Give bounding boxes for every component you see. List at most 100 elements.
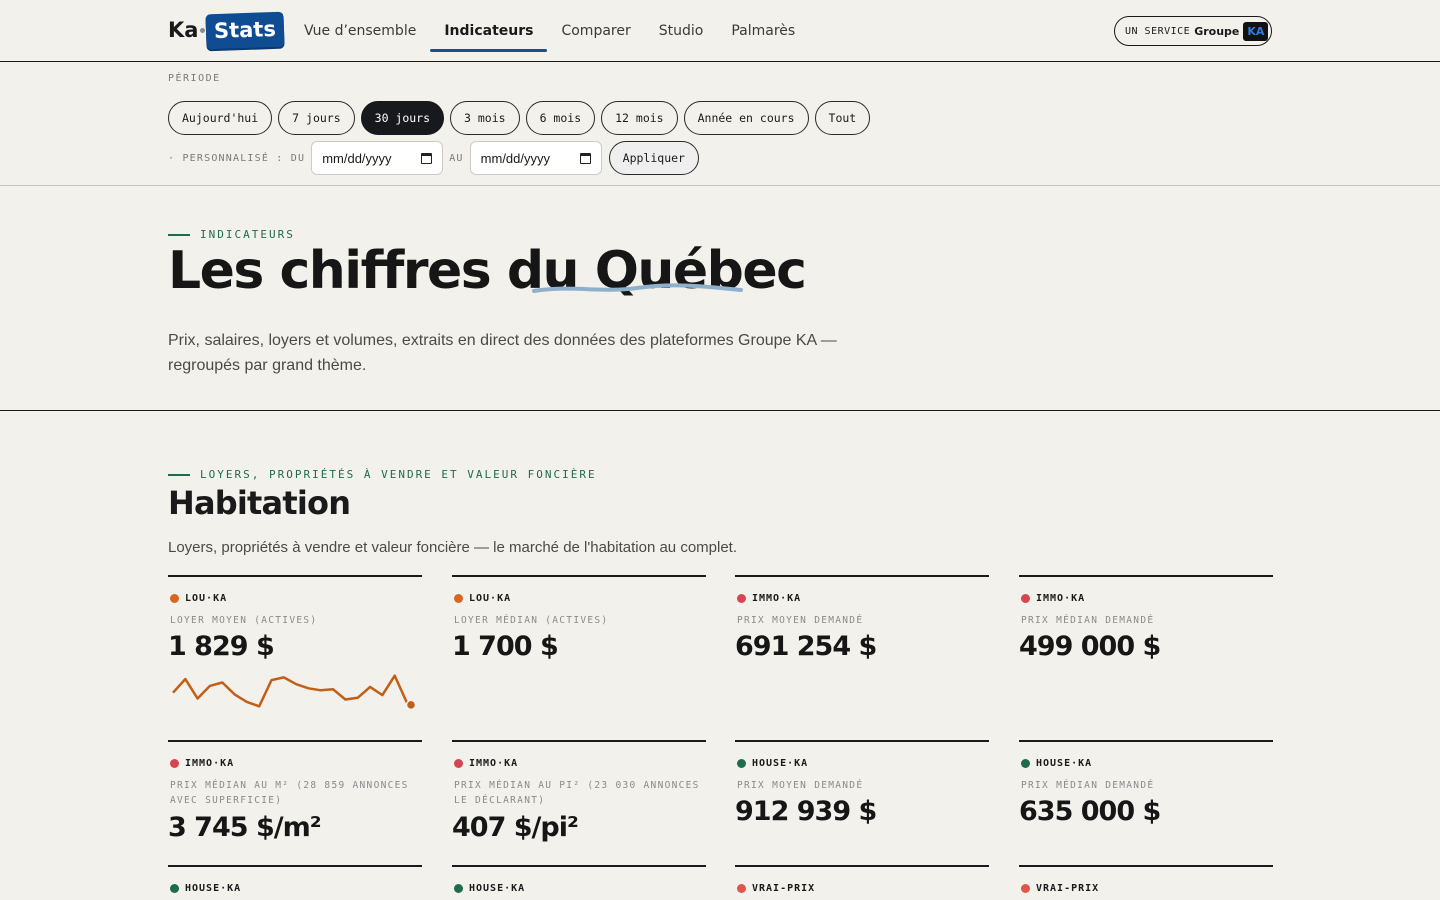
- sparkline-path: [172, 674, 409, 708]
- apply-button[interactable]: Appliquer: [608, 141, 699, 175]
- nav-indicateurs[interactable]: Indicateurs: [430, 0, 548, 62]
- nav-vue-ensemble[interactable]: Vue d’ensemble: [290, 0, 430, 62]
- card-label: PRIX MÉDIAN DEMANDÉ: [1021, 780, 1155, 791]
- chip-12-mois[interactable]: 12 mois: [601, 101, 678, 135]
- hero: INDICATEURS Les chiffres du Québec Prix,…: [0, 186, 1440, 411]
- calendar-icon[interactable]: [421, 152, 433, 164]
- eyebrow-line: [168, 233, 190, 236]
- card-label: PRIX MOYEN DEMANDÉ: [737, 615, 864, 626]
- card-source: HOUSE·KA: [1021, 758, 1092, 769]
- source-dot-icon: [1021, 594, 1030, 603]
- indicator-card[interactable]: VRAI-PRIX: [735, 865, 989, 900]
- card-source-name: IMMO·KA: [752, 593, 802, 604]
- indicator-card[interactable]: IMMO·KA PRIX MÉDIAN AU PI² (23 030 ANNON…: [452, 740, 706, 865]
- card-source-name: HOUSE·KA: [185, 883, 242, 894]
- card-source: VRAI-PRIX: [737, 883, 815, 894]
- card-label: PRIX MOYEN DEMANDÉ: [737, 780, 864, 791]
- chip-30-jours[interactable]: 30 jours: [360, 101, 445, 135]
- service-badge[interactable]: UN SERVICE Groupe KA: [1114, 16, 1272, 46]
- date-to-input[interactable]: mm/dd/yyyy: [469, 141, 602, 175]
- chip-tout[interactable]: Tout: [814, 101, 871, 135]
- logo[interactable]: Ka Stats: [168, 10, 285, 50]
- logo-stats: Stats: [205, 11, 285, 49]
- chip-annee-en-cours[interactable]: Année en cours: [683, 101, 809, 135]
- source-dot-icon: [737, 884, 746, 893]
- logo-ka: Ka: [168, 18, 199, 42]
- card-source-name: LOU·KA: [185, 593, 228, 604]
- card-label: PRIX MÉDIAN DEMANDÉ: [1021, 615, 1155, 626]
- page-title-start: Les chiffres du: [168, 241, 595, 301]
- source-dot-icon: [170, 594, 179, 603]
- card-source: IMMO·KA: [737, 593, 801, 604]
- card-source-name: IMMO·KA: [469, 758, 519, 769]
- indicator-card[interactable]: LOU·KA LOYER MÉDIAN (ACTIVES) 1 700 $: [452, 575, 706, 740]
- nav-palmares[interactable]: Palmarès: [717, 0, 809, 62]
- card-source: LOU·KA: [170, 593, 227, 604]
- nav-studio[interactable]: Studio: [645, 0, 718, 62]
- card-value: 1 700 $: [452, 631, 559, 662]
- indicator-card[interactable]: IMMO·KA PRIX MÉDIAN AU M² (28 859 ANNONC…: [168, 740, 422, 865]
- card-source: VRAI-PRIX: [1021, 883, 1099, 894]
- card-value: 635 000 $: [1019, 796, 1161, 827]
- card-source-name: IMMO·KA: [1036, 593, 1086, 604]
- date-to-placeholder: mm/dd/yyyy: [480, 150, 550, 166]
- custom-range-label: · PERSONNALISÉ : DU: [168, 152, 306, 164]
- eyebrow-line: [168, 473, 190, 476]
- source-dot-icon: [737, 594, 746, 603]
- chip-aujourdhui[interactable]: Aujourd'hui: [168, 101, 273, 135]
- section-eyebrow-text: LOYERS, PROPRIÉTÉS À VENDRE ET VALEUR FO…: [200, 468, 597, 481]
- source-dot-icon: [1021, 759, 1030, 768]
- sparkline-end-point: [405, 699, 416, 711]
- indicator-card[interactable]: IMMO·KA PRIX MÉDIAN DEMANDÉ 499 000 $: [1019, 575, 1273, 740]
- period-filter: PÉRIODE Aujourd'hui 7 jours 30 jours 3 m…: [0, 62, 1440, 186]
- card-value: 691 254 $: [735, 631, 877, 662]
- card-source-name: HOUSE·KA: [469, 883, 526, 894]
- indicator-card[interactable]: HOUSE·KA PRIX MÉDIAN DEMANDÉ 635 000 $: [1019, 740, 1273, 865]
- chip-3-mois[interactable]: 3 mois: [450, 101, 520, 135]
- card-source: HOUSE·KA: [737, 758, 808, 769]
- card-source: IMMO·KA: [1021, 593, 1085, 604]
- source-dot-icon: [454, 759, 463, 768]
- hero-description: Prix, salaires, loyers et volumes, extra…: [168, 332, 837, 374]
- custom-to-label: AU: [449, 152, 464, 164]
- period-chips: Aujourd'hui 7 jours 30 jours 3 mois 6 mo…: [168, 101, 871, 135]
- nav-comparer[interactable]: Comparer: [547, 0, 644, 62]
- main-nav: Vue d’ensemble Indicateurs Comparer Stud…: [290, 0, 809, 62]
- card-value: 912 939 $: [735, 796, 877, 827]
- date-from-input[interactable]: mm/dd/yyyy: [311, 141, 444, 175]
- card-label: PRIX MÉDIAN AU M² (28 859 ANNONCES AVEC …: [170, 780, 409, 806]
- source-dot-icon: [170, 759, 179, 768]
- top-bar: Ka Stats Vue d’ensemble Indicateurs Comp…: [0, 0, 1440, 62]
- card-source-name: HOUSE·KA: [752, 758, 809, 769]
- indicator-card[interactable]: HOUSE·KA PRIX MOYEN DEMANDÉ 912 939 $: [735, 740, 989, 865]
- card-source-name: VRAI-PRIX: [752, 883, 816, 894]
- hero-eyebrow-text: INDICATEURS: [200, 228, 295, 241]
- indicator-card[interactable]: HOUSE·KA: [452, 865, 706, 900]
- card-value: 499 000 $: [1019, 631, 1161, 662]
- source-dot-icon: [454, 884, 463, 893]
- service-groupe: Groupe: [1194, 24, 1240, 38]
- card-source-name: HOUSE·KA: [1036, 758, 1093, 769]
- title-underline-squiggle: [532, 283, 743, 293]
- chip-6-mois[interactable]: 6 mois: [525, 101, 596, 135]
- indicator-card[interactable]: VRAI-PRIX: [1019, 865, 1273, 900]
- card-source-name: VRAI-PRIX: [1036, 883, 1100, 894]
- custom-range-row: · PERSONNALISÉ : DU mm/dd/yyyy AU mm/dd/…: [168, 141, 699, 175]
- calendar-icon[interactable]: [579, 152, 591, 164]
- card-source: HOUSE·KA: [454, 883, 525, 894]
- card-label: LOYER MOYEN (ACTIVES): [170, 615, 318, 626]
- chip-7-jours[interactable]: 7 jours: [278, 101, 355, 135]
- source-dot-icon: [1021, 884, 1030, 893]
- card-source: LOU·KA: [454, 593, 511, 604]
- indicator-card[interactable]: LOU·KA LOYER MOYEN (ACTIVES) 1 829 $: [168, 575, 422, 740]
- card-source: IMMO·KA: [170, 758, 234, 769]
- logo-dot: [200, 27, 206, 33]
- source-dot-icon: [170, 884, 179, 893]
- section-title: Habitation: [168, 484, 351, 522]
- indicator-card[interactable]: IMMO·KA PRIX MOYEN DEMANDÉ 691 254 $: [735, 575, 989, 740]
- sparkline-chart: [172, 674, 416, 711]
- date-from-placeholder: mm/dd/yyyy: [322, 150, 392, 166]
- indicator-card[interactable]: HOUSE·KA: [168, 865, 422, 900]
- card-source-name: IMMO·KA: [185, 758, 235, 769]
- card-value: 1 829 $: [168, 631, 275, 662]
